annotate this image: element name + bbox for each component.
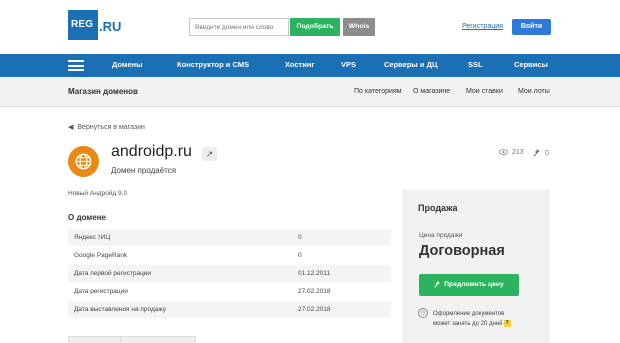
price-value: Договорная [419, 243, 505, 259]
offer-button-label: Предложить цену [444, 281, 504, 288]
row-value: 0 [298, 252, 302, 259]
subnav-my-bids[interactable]: Мои ставки [466, 88, 503, 95]
tab-stub[interactable] [120, 336, 196, 343]
nav-item-servers[interactable]: Серверы и ДЦ [384, 60, 437, 69]
back-link-label: Вернуться в магазин [77, 124, 145, 131]
price-label: Цена продажи [419, 232, 463, 239]
table-row: Дата регистрации 27.02.2018 [68, 283, 391, 301]
globe-icon [68, 146, 99, 177]
about-domain-title: О домене [68, 213, 106, 222]
shop-subheader: Магазин доменов По категориям О магазине… [0, 77, 620, 107]
domain-info-table: Яндекс тИЦ 0 Google PageRank 0 Дата перв… [68, 229, 391, 319]
shop-title[interactable]: Магазин доменов [68, 87, 138, 96]
nav-item-ssl[interactable]: SSL [468, 60, 483, 69]
domain-search-input[interactable] [190, 19, 288, 35]
clock-icon: ◷ [418, 308, 428, 318]
row-value: 27.02.2018 [298, 306, 331, 313]
row-label: Дата первой регистрации [74, 270, 152, 277]
row-value: 0 [298, 234, 302, 241]
main-nav: Домены Конструктор и CMS Хостинг VPS Сер… [0, 54, 620, 77]
table-row: Google PageRank 0 [68, 247, 391, 265]
row-value: 27.02.2018 [298, 288, 331, 295]
top-header: REG .RU Подобрать Whois Регистрация Войт… [0, 0, 620, 54]
table-row: Яндекс тИЦ 0 [68, 229, 391, 247]
row-label: Дата выставления на продажу [74, 306, 167, 313]
views-count: 213 [512, 149, 524, 156]
pick-button[interactable]: Подобрать [290, 18, 340, 36]
sale-panel: Продажа Цена продажи Договорная Предложи… [402, 190, 550, 343]
nav-item-constructor[interactable]: Конструктор и CMS [177, 60, 249, 69]
note-line-1: Оформление документов [433, 311, 505, 317]
row-label: Дата регистрации [74, 288, 128, 295]
gavel-icon [533, 149, 541, 157]
back-to-shop-link[interactable]: ◀ Вернуться в магазин [68, 123, 145, 131]
bids-counter: 0 [533, 149, 549, 157]
nav-item-vps[interactable]: VPS [341, 60, 356, 69]
row-label: Яндекс тИЦ [74, 234, 111, 241]
gavel-icon [434, 274, 441, 296]
views-counter: 213 [499, 149, 524, 156]
domain-status: Домен продаётся [111, 166, 177, 175]
eye-icon [499, 149, 508, 156]
logo-box: REG [68, 10, 98, 40]
domain-description: Новый Андройд 9.0 [68, 190, 128, 197]
offer-price-button[interactable]: Предложить цену [419, 274, 519, 296]
table-row: Дата выставления на продажу 27.02.2018 [68, 301, 391, 319]
logo-suffix: .RU [99, 19, 122, 34]
menu-icon[interactable] [68, 60, 84, 71]
nav-item-domains[interactable]: Домены [112, 60, 143, 69]
whois-button[interactable]: Whois [343, 18, 375, 36]
documents-note: Оформление документов может занять до 20… [433, 309, 511, 329]
nav-item-services[interactable]: Сервисы [514, 60, 548, 69]
subnav-about-shop[interactable]: О магазине [413, 88, 450, 95]
login-button[interactable]: Войти [512, 19, 551, 35]
subnav-categories[interactable]: По категориям [354, 88, 402, 95]
table-row: Дата первой регистрации 01.12.2011 [68, 265, 391, 283]
reg-ru-logo[interactable]: REG .RU [68, 10, 130, 40]
domain-search-field[interactable] [189, 18, 289, 36]
domain-name: androidp.ru [111, 143, 192, 160]
register-link[interactable]: Регистрация [462, 23, 503, 30]
external-link-icon[interactable]: ↗ [202, 147, 217, 161]
arrow-left-icon: ◀ [68, 124, 74, 131]
note-line-2: может занять до 20 дней [433, 321, 503, 327]
sale-title: Продажа [418, 203, 458, 213]
row-value: 01.12.2011 [298, 270, 331, 277]
bids-count: 0 [545, 149, 549, 157]
logo-text: REG [71, 19, 94, 30]
subnav-my-lots[interactable]: Мои лоты [518, 88, 550, 95]
row-label: Google PageRank [74, 252, 128, 259]
help-icon[interactable]: ? [503, 319, 511, 327]
nav-item-hosting[interactable]: Хостинг [285, 60, 315, 69]
